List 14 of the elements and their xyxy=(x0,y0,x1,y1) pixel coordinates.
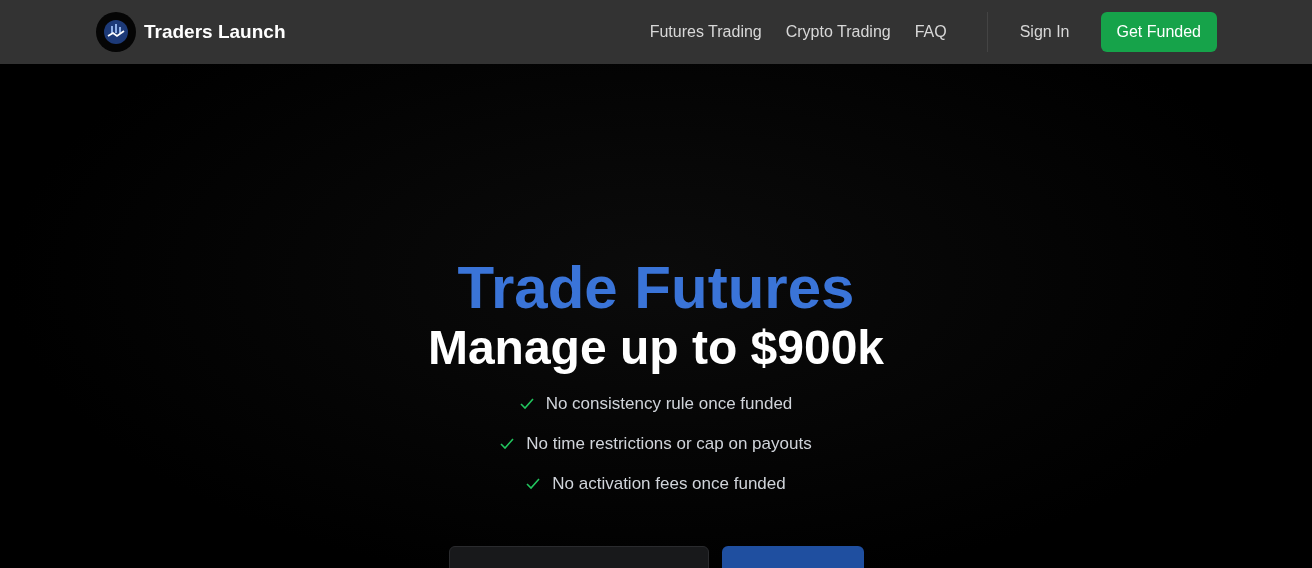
nav-link[interactable]: Futures Trading xyxy=(649,23,762,41)
hero-subtitle: Manage up to $900k xyxy=(427,320,885,376)
feature-text: No time restrictions or cap on payouts xyxy=(526,433,812,455)
nav-link[interactable]: FAQ xyxy=(914,23,947,41)
feature-text: No consistency rule once funded xyxy=(545,393,793,415)
logo-icon xyxy=(96,12,136,52)
nav-link[interactable]: Crypto Trading xyxy=(785,23,891,41)
feature-text: No activation fees once funded xyxy=(552,473,786,495)
check-icon xyxy=(526,478,541,490)
brand-name[interactable]: Traders Launch xyxy=(144,21,286,43)
hero-title: Trade Futures xyxy=(457,253,855,323)
check-icon xyxy=(500,438,515,450)
sign-in-link[interactable]: Sign In xyxy=(1019,23,1070,41)
check-icon xyxy=(519,398,534,410)
